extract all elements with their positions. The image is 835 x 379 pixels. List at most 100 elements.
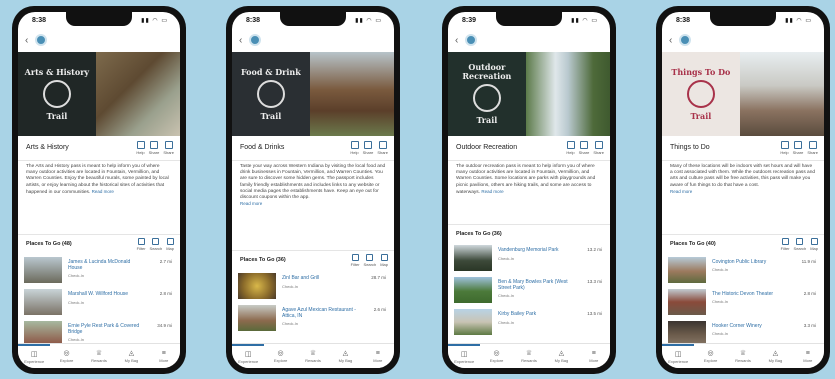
places-heading: Places To Go (48) — [26, 241, 72, 247]
map-button[interactable]: Map — [166, 238, 174, 251]
filter-button[interactable]: Filter — [351, 254, 360, 267]
tab-explore[interactable]: ◎ Explore — [480, 344, 512, 368]
list-item[interactable]: Covington Public Library Check-In 11.9 m… — [668, 257, 818, 287]
list-item[interactable]: Ben & Mary Bowles Park (West Street Park… — [454, 277, 604, 307]
share-button[interactable]: Share — [149, 141, 159, 155]
places-actions: Filter Search Map — [781, 238, 818, 251]
item-checkin[interactable]: Check-In — [498, 320, 514, 325]
tab-my-bag[interactable]: ◬ My Bag — [329, 344, 361, 368]
pass-title-bar: Arts & History Help Share Share — [18, 136, 180, 161]
item-name: Kirby Bailey Park — [498, 311, 537, 317]
list-item[interactable]: Marshall W. Willford House Check-In 2.8 … — [24, 289, 174, 319]
item-checkin[interactable]: Check-In — [68, 337, 84, 342]
tab-explore[interactable]: ◎ Explore — [50, 344, 82, 368]
item-checkin[interactable]: Check-In — [282, 321, 298, 326]
tab-explore[interactable]: ◎ Explore — [264, 344, 296, 368]
tab-more[interactable]: ≡ More — [148, 344, 180, 368]
share-label: Share — [578, 150, 590, 155]
item-distance: 13.3 mi — [587, 279, 602, 284]
item-checkin[interactable]: Check-In — [712, 299, 728, 304]
places-heading: Places To Go (36) — [240, 257, 286, 263]
tab-label: More — [803, 357, 813, 363]
search-button[interactable]: Search — [364, 254, 376, 267]
read-more-link[interactable]: Read more — [240, 201, 262, 206]
tab-more[interactable]: ≡ More — [792, 344, 824, 368]
filter-button[interactable]: Filter — [137, 238, 146, 251]
help-button[interactable]: Help — [136, 141, 145, 155]
item-checkin[interactable]: Check-In — [282, 284, 298, 289]
tab-my-bag[interactable]: ◬ My Bag — [115, 344, 147, 368]
trail-badge: Arts & History Trail — [18, 52, 96, 136]
list-item[interactable]: Agave Azul Mexican Restaurant - Attica, … — [238, 305, 388, 335]
item-checkin[interactable]: Check-In — [68, 300, 84, 305]
read-more-link[interactable]: Read more — [670, 189, 692, 194]
list-item[interactable]: James & Lucinda McDonald House Check-In … — [24, 257, 174, 287]
help-button[interactable]: Help — [350, 141, 359, 155]
share-button[interactable]: Share — [793, 141, 803, 155]
tab-experience[interactable]: ◫ Experience — [662, 344, 695, 368]
item-checkin[interactable]: Check-In — [68, 273, 84, 278]
item-checkin[interactable]: Check-In — [712, 331, 728, 336]
tab-label: Experience — [668, 358, 689, 364]
tab-more[interactable]: ≡ More — [362, 344, 394, 368]
search-label: Search — [149, 246, 163, 251]
pass-title: Outdoor Recreation — [456, 144, 518, 151]
back-arrow-icon[interactable]: ‹ — [25, 35, 28, 46]
help-button[interactable]: Help — [566, 141, 575, 155]
filter-icon — [351, 254, 359, 261]
item-checkin[interactable]: Check-In — [712, 267, 728, 272]
tab-experience[interactable]: ◫ Experience — [232, 344, 265, 368]
tab-my-bag[interactable]: ◬ My Bag — [545, 344, 577, 368]
list-item[interactable]: Vandenburg Memorial Park Check-In 13.2 m… — [454, 245, 604, 275]
list-item[interactable]: Zinl Bar and Grill Check-In 28.7 mi — [238, 273, 388, 303]
back-arrow-icon[interactable]: ‹ — [455, 35, 458, 46]
send-button[interactable]: Share — [593, 141, 604, 155]
status-time: 8:38 — [32, 17, 47, 24]
item-checkin[interactable]: Check-In — [498, 256, 514, 261]
search-button[interactable]: Search — [149, 238, 163, 251]
tab-explore[interactable]: ◎ Explore — [694, 344, 726, 368]
item-name: Vandenburg Memorial Park — [498, 247, 559, 253]
tab-rewards[interactable]: ♕ Rewards — [727, 344, 759, 368]
filter-label: Filter — [136, 246, 146, 251]
share-icon — [579, 141, 588, 149]
back-arrow-icon[interactable]: ‹ — [669, 35, 672, 46]
tab-rewards[interactable]: ♕ Rewards — [513, 344, 545, 368]
tab-my-bag[interactable]: ◬ My Bag — [759, 344, 791, 368]
send-button[interactable]: Share — [163, 141, 174, 155]
send-icon — [808, 141, 817, 149]
pass-actions: Help Share Share — [780, 141, 818, 155]
back-arrow-icon[interactable]: ‹ — [239, 35, 242, 46]
help-button[interactable]: Help — [780, 141, 789, 155]
send-button[interactable]: Share — [807, 141, 818, 155]
map-button[interactable]: Map — [380, 254, 388, 267]
app-logo-icon — [465, 34, 477, 46]
tab-experience[interactable]: ◫ Experience — [448, 344, 481, 368]
tab-rewards[interactable]: ♕ Rewards — [297, 344, 329, 368]
experience-icon: ◫ — [30, 350, 38, 358]
read-more-link[interactable]: Read more — [92, 189, 114, 194]
pass-description: The outdoor recreation pass is meant to … — [456, 164, 602, 196]
search-button[interactable]: Search — [794, 238, 806, 251]
tab-label: Experience — [24, 358, 45, 364]
trophy-icon: ♕ — [309, 349, 317, 357]
item-distance: 34.9 mi — [157, 323, 172, 328]
bottom-tab-bar: ◫ Experience ◎ Explore ♕ Rewards ◬ My Bag ≡ M… — [232, 343, 394, 368]
places-section: Places To Go (48) Filter Search Map Jame… — [18, 234, 180, 347]
item-checkin[interactable]: Check-In — [498, 293, 514, 298]
tab-experience[interactable]: ◫ Experience — [18, 344, 51, 368]
tab-more[interactable]: ≡ More — [578, 344, 610, 368]
tab-rewards[interactable]: ♕ Rewards — [83, 344, 115, 368]
item-name: Agave Azul Mexican Restaurant - Attica, … — [282, 307, 356, 319]
send-button[interactable]: Share — [377, 141, 388, 155]
share-button[interactable]: Share — [578, 141, 590, 155]
read-more-link[interactable]: Read more — [481, 189, 503, 194]
status-bar: 8:38 ▮▮ ◠ ▭ — [232, 12, 394, 30]
list-item[interactable]: Kirby Bailey Park Check-In 13.5 mi — [454, 309, 604, 339]
phone-arts-history: 8:38 ▮▮ ◠ ▭ ‹ Arts & History Trail Arts … — [12, 6, 186, 374]
list-item[interactable]: The Historic Devon Theater Check-In 2.8 … — [668, 289, 818, 319]
share-button[interactable]: Share — [363, 141, 373, 155]
item-thumbnail — [238, 273, 276, 299]
filter-button[interactable]: Filter — [781, 238, 790, 251]
map-button[interactable]: Map — [810, 238, 818, 251]
